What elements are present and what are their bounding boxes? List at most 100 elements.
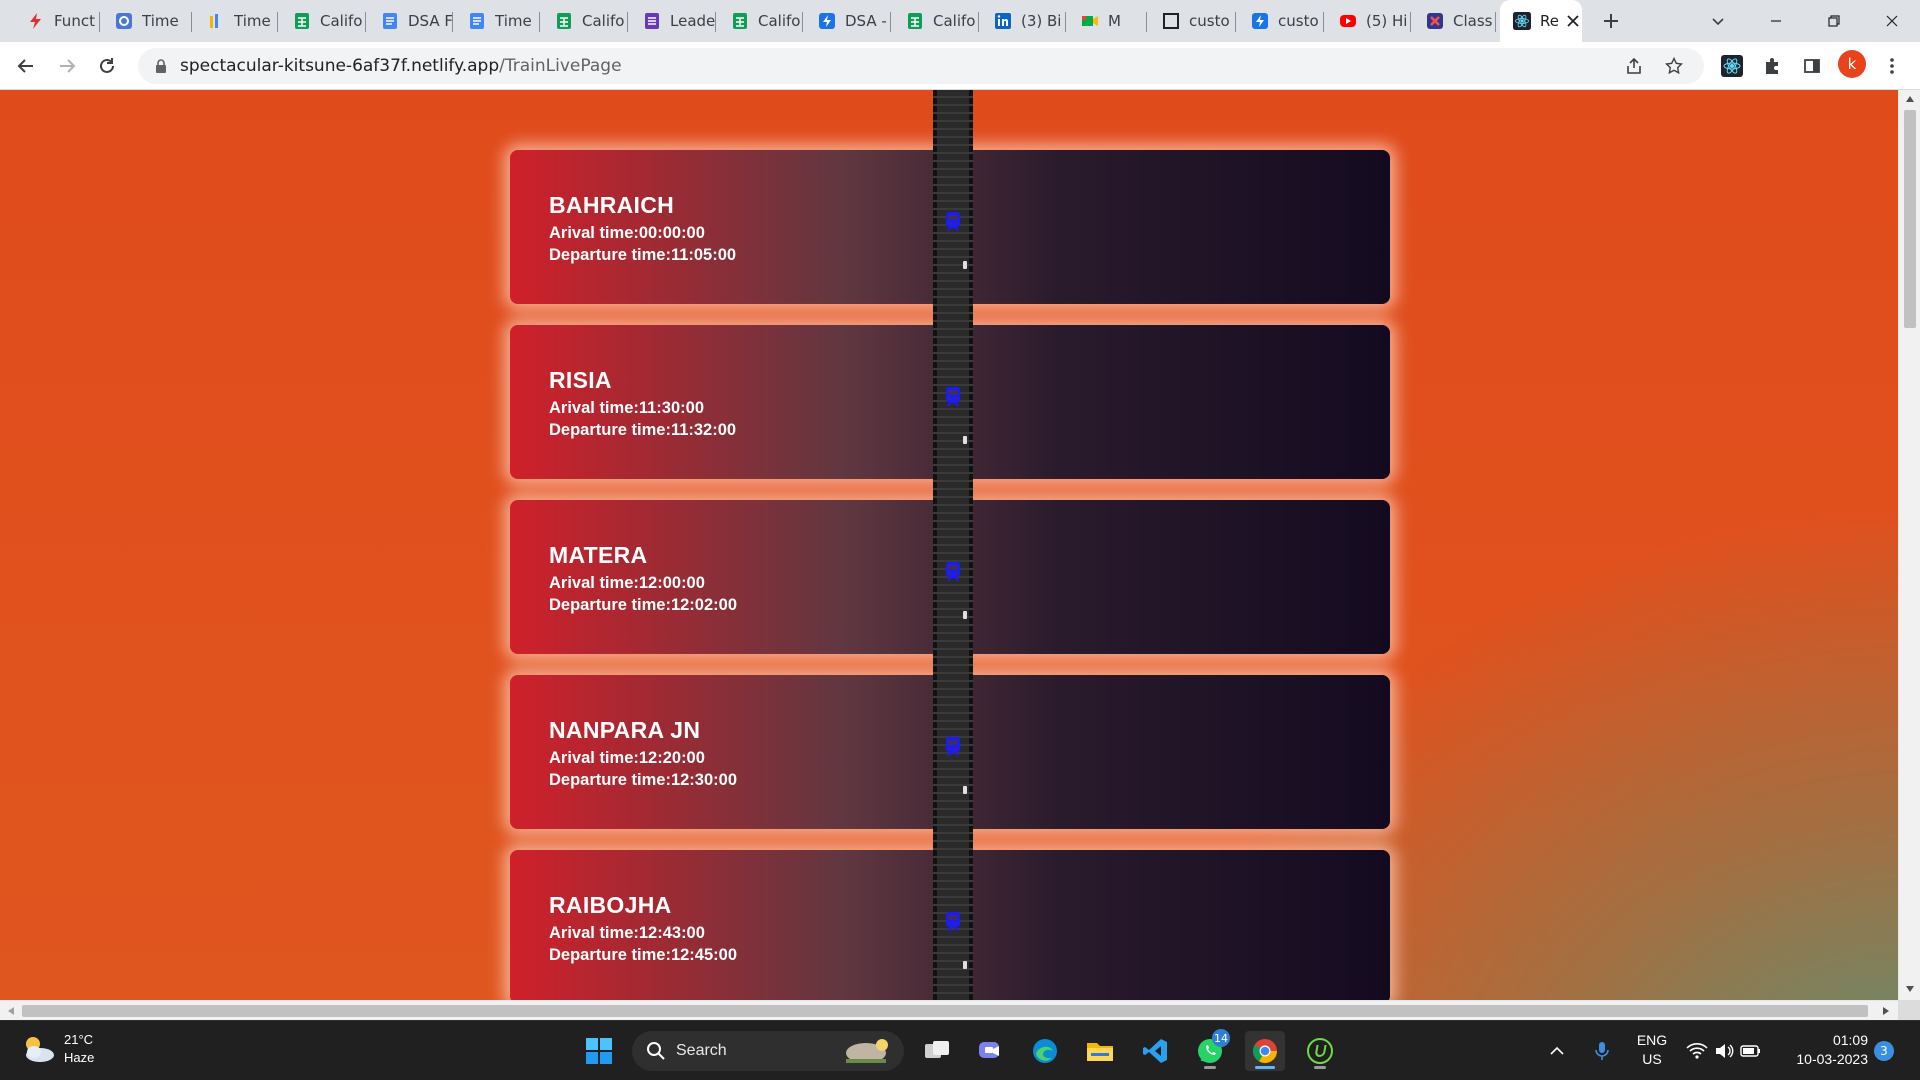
browser-tab[interactable]: custo	[1149, 0, 1236, 42]
chrome-button[interactable]	[1245, 1031, 1285, 1071]
edge-button[interactable]	[1025, 1031, 1065, 1071]
train-icon	[944, 561, 962, 583]
gear-badge-icon	[114, 11, 134, 31]
close-window-button[interactable]	[1864, 0, 1920, 42]
speaker-icon	[1716, 1044, 1734, 1058]
browser-tab[interactable]: M	[1068, 0, 1147, 42]
vscode-icon	[1143, 1039, 1167, 1063]
tab-separator	[1235, 12, 1236, 32]
browser-tab[interactable]: Time	[102, 0, 192, 42]
vertical-scroll-thumb[interactable]	[1904, 110, 1916, 328]
battery-icon	[1740, 1045, 1760, 1057]
tab-separator	[627, 12, 628, 32]
close-tab-button[interactable]	[1564, 12, 1582, 30]
forward-button[interactable]	[51, 50, 83, 82]
browser-tab[interactable]: Class	[1413, 0, 1496, 42]
scroll-left-arrow[interactable]	[5, 1005, 17, 1017]
browser-tab[interactable]: Funct	[14, 0, 100, 42]
show-hidden-icons-button[interactable]	[1542, 1031, 1572, 1071]
teams-chat-button[interactable]	[971, 1031, 1011, 1071]
meet-icon	[1080, 11, 1100, 31]
quick-settings-button[interactable]	[1684, 1031, 1764, 1071]
restore-button[interactable]	[1806, 0, 1862, 42]
scroll-right-arrow[interactable]	[1880, 1005, 1892, 1017]
browser-tab[interactable]: DSA -	[805, 0, 891, 42]
tab-title: DSA F	[408, 12, 453, 30]
whatsapp-button[interactable]: 14	[1190, 1029, 1230, 1071]
menu-button[interactable]	[1876, 50, 1908, 82]
vscode-button[interactable]	[1135, 1031, 1175, 1071]
horizontal-scrollbar[interactable]	[0, 1000, 1898, 1020]
scroll-down-arrow[interactable]	[1904, 983, 1916, 995]
bookmark-button[interactable]	[1658, 50, 1690, 82]
upwork-button[interactable]	[1300, 1031, 1340, 1071]
station-name: NANPARA JN	[549, 717, 701, 743]
address-bar[interactable]: spectacular-kitsune-6af37f.netlify.app/T…	[138, 48, 1704, 84]
tab-separator	[978, 12, 979, 32]
browser-tab[interactable]: Califo	[542, 0, 628, 42]
horizontal-scroll-thumb[interactable]	[22, 1005, 1868, 1017]
back-button[interactable]	[10, 50, 42, 82]
tab-separator	[277, 12, 278, 32]
clock[interactable]: 01:09 10-03-2023	[1778, 1031, 1868, 1069]
track-tick	[963, 611, 967, 619]
browser-tab[interactable]: (5) Hi	[1326, 0, 1411, 42]
react-icon	[1721, 55, 1743, 77]
tab-title: Time	[142, 12, 179, 30]
tab-title: M	[1108, 12, 1121, 30]
tab-search-button[interactable]	[1690, 0, 1746, 42]
browser-tab[interactable]: Time	[194, 0, 278, 42]
task-view-button[interactable]	[917, 1031, 957, 1071]
new-tab-button[interactable]	[1596, 6, 1626, 36]
url-text[interactable]: spectacular-kitsune-6af37f.netlify.app/T…	[180, 56, 622, 76]
microphone-button[interactable]	[1587, 1031, 1617, 1071]
vertical-scrollbar[interactable]	[1898, 90, 1920, 1000]
tab-separator	[1065, 12, 1066, 32]
profile-avatar[interactable]: k	[1838, 50, 1866, 78]
running-indicator	[1204, 1066, 1216, 1069]
browser-tab[interactable]: Califo	[280, 0, 366, 42]
tab-title: Califo	[582, 12, 625, 30]
share-button[interactable]	[1618, 50, 1650, 82]
station-name: RISIA	[549, 367, 612, 393]
browser-tab[interactable]: Leade	[630, 0, 716, 42]
browser-tab[interactable]: Califo	[718, 0, 803, 42]
triangle-left-icon	[8, 1007, 14, 1015]
extensions-button[interactable]	[1756, 50, 1788, 82]
tab-title: Califo	[758, 12, 801, 30]
station-departure-time: Departure time:12:02:00	[549, 596, 737, 614]
browser-tab[interactable]: DSA F	[368, 0, 453, 42]
file-explorer-button[interactable]	[1080, 1031, 1120, 1071]
browser-tab[interactable]: (3) Bi	[981, 0, 1066, 42]
red-bolt-icon	[26, 11, 46, 31]
minimize-button[interactable]	[1748, 0, 1804, 42]
browser-tab[interactable]: Califo	[893, 0, 979, 42]
reload-icon	[100, 58, 114, 73]
track-tick	[963, 786, 967, 794]
arrow-left-icon	[17, 59, 33, 73]
browser-tab[interactable]: Re	[1500, 0, 1582, 42]
restore-icon	[1828, 15, 1840, 27]
language-indicator[interactable]: ENG US	[1628, 1031, 1676, 1069]
taskbar-search[interactable]: Search	[632, 1031, 904, 1071]
track-tick	[963, 436, 967, 444]
task-view-icon	[925, 1041, 949, 1058]
tab-separator	[715, 12, 716, 32]
browser-tab[interactable]: custo	[1238, 0, 1324, 42]
start-button[interactable]	[579, 1031, 619, 1071]
react-devtools-extension[interactable]	[1716, 50, 1748, 82]
weather-temperature: 21°C	[64, 1032, 94, 1047]
weather-widget[interactable]: 21°C Haze	[20, 1031, 94, 1067]
search-label: Search	[676, 1042, 727, 1059]
notification-badge[interactable]: 3	[1874, 1041, 1894, 1061]
tab-title: Leade	[670, 12, 716, 30]
tab-title: (5) Hi	[1366, 12, 1408, 30]
browser-tab[interactable]: Time	[455, 0, 540, 42]
lock-icon[interactable]	[152, 57, 170, 75]
reload-button[interactable]	[91, 50, 123, 82]
tab-separator	[1410, 12, 1411, 32]
side-panel-button[interactable]	[1796, 50, 1828, 82]
scroll-up-arrow[interactable]	[1904, 93, 1916, 105]
whatsapp-unread-badge: 14	[1212, 1029, 1230, 1047]
tab-title: Califo	[320, 12, 363, 30]
